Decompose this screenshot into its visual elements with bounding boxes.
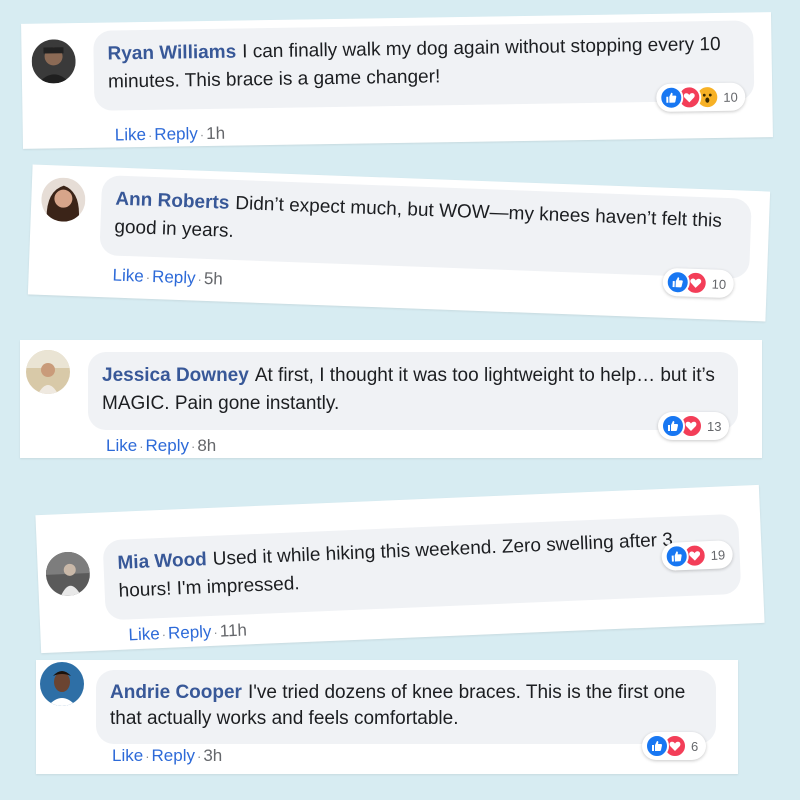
like-link[interactable]: Like [112,266,144,286]
comment-card: Ann Roberts Didn’t expect much, but WOW—m… [27,164,771,322]
reaction-count: 10 [723,89,738,105]
reaction-count: 19 [710,546,726,563]
comment-bubble: Andrie Cooper I've tried dozens of knee b… [96,670,716,744]
comment-card: Mia Wood Used it while hiking this weeken… [35,484,765,654]
comment-timestamp[interactable]: 8h [197,436,216,455]
comment-timestamp[interactable]: 11h [219,620,247,640]
avatar[interactable] [40,662,84,706]
comment-card: Ryan Williams I can finally walk my dog a… [21,12,773,149]
commenter-name[interactable]: Ann Roberts [115,189,230,214]
comment-timestamp[interactable]: 3h [203,746,222,765]
like-icon [659,85,684,110]
comment-bubble: Jessica Downey At first, I thought it was… [88,352,738,430]
comment-actions: Like·Reply·11h [128,620,248,645]
comment-timestamp[interactable]: 1h [206,124,225,143]
comment-timestamp[interactable]: 5h [204,269,224,289]
like-link[interactable]: Like [115,125,146,144]
comment-actions: Like · Reply · 3h [112,746,223,765]
reply-link[interactable]: Reply [168,622,212,643]
comment-bubble: Mia Wood Used it while hiking this weeken… [102,513,742,621]
reaction-count: 10 [711,275,727,292]
avatar[interactable] [26,350,70,394]
reply-link[interactable]: Reply [152,746,195,765]
comment-actions: Like · Reply · 1h [114,123,226,145]
reaction-summary[interactable]: 10 [662,267,735,299]
commenter-name[interactable]: Andrie Cooper [110,682,242,703]
comment-actions: Like · Reply · 8h [106,436,217,455]
reply-link[interactable]: Reply [146,436,189,455]
comment-actions: Like·Reply·5h [112,265,224,289]
avatar[interactable] [45,551,91,597]
comment-card: Jessica Downey At first, I thought it was… [20,340,762,458]
like-icon [661,414,685,438]
commenter-name[interactable]: Mia Wood [117,549,207,574]
reaction-count: 6 [691,738,699,754]
reply-link[interactable]: Reply [152,267,196,288]
reaction-summary[interactable]: 13 [658,412,730,440]
like-icon [664,543,690,569]
like-icon [645,734,669,758]
avatar[interactable] [40,176,87,223]
comment-bubble: Ryan Williams I can finally walk my dog a… [93,20,755,111]
commenter-name[interactable]: Ryan Williams [107,42,236,65]
reaction-count: 13 [707,418,722,434]
like-link[interactable]: Like [112,746,143,765]
reply-link[interactable]: Reply [154,124,198,144]
commenter-name[interactable]: Jessica Downey [102,365,249,386]
avatar[interactable] [31,39,77,84]
like-link[interactable]: Like [128,624,160,644]
comment-bubble: Ann Roberts Didn’t expect much, but WOW—m… [99,175,752,279]
comment-card: Andrie Cooper I've tried dozens of knee b… [36,660,738,774]
reaction-summary[interactable]: 19 [661,540,734,572]
reaction-summary[interactable]: 10 [656,82,746,112]
like-link[interactable]: Like [106,436,137,455]
reaction-summary[interactable]: 6 [642,732,707,760]
